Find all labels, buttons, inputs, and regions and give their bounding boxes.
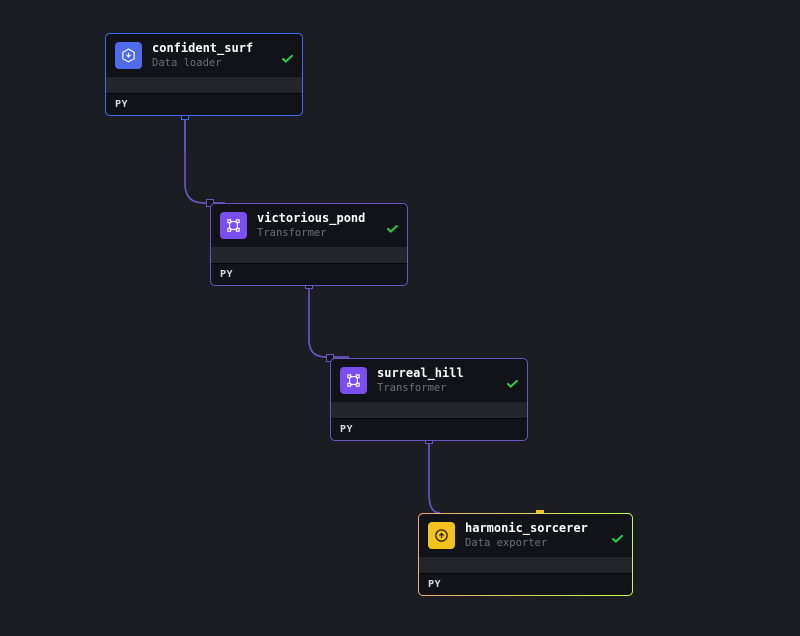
node-body — [106, 77, 302, 93]
transformer-icon — [340, 367, 367, 394]
node-title: surreal_hill — [377, 367, 518, 381]
loader-icon — [115, 42, 142, 69]
node-titles: victorious_pond Transformer — [257, 212, 398, 239]
node-footer: PY — [211, 263, 407, 285]
lang-badge: PY — [340, 424, 353, 435]
node-header: harmonic_sorcerer Data exporter — [419, 514, 632, 557]
node-header: victorious_pond Transformer — [211, 204, 407, 247]
exporter-icon — [428, 522, 455, 549]
edge-1 — [185, 116, 225, 203]
node-titles: harmonic_sorcerer Data exporter — [465, 522, 623, 549]
edge-3 — [429, 440, 440, 513]
node-subtitle: Data exporter — [465, 537, 623, 549]
node-title: harmonic_sorcerer — [465, 522, 623, 536]
node-confident-surf[interactable]: confident_surf Data loader PY — [105, 33, 303, 116]
node-footer: PY — [106, 93, 302, 115]
status-success-icon — [507, 373, 518, 392]
node-footer: PY — [419, 573, 632, 595]
node-body — [419, 557, 632, 573]
node-subtitle: Data loader — [152, 57, 293, 69]
status-success-icon — [387, 218, 398, 237]
node-subtitle: Transformer — [377, 382, 518, 394]
lang-badge: PY — [115, 99, 128, 110]
node-header: surreal_hill Transformer — [331, 359, 527, 402]
status-success-icon — [282, 48, 293, 67]
node-header: confident_surf Data loader — [106, 34, 302, 77]
node-titles: confident_surf Data loader — [152, 42, 293, 69]
node-harmonic-sorcerer[interactable]: harmonic_sorcerer Data exporter PY — [418, 513, 633, 596]
status-success-icon — [612, 528, 623, 547]
transformer-icon — [220, 212, 247, 239]
lang-badge: PY — [220, 269, 233, 280]
node-footer: PY — [331, 418, 527, 440]
node-title: confident_surf — [152, 42, 293, 56]
lang-badge: PY — [428, 579, 441, 590]
node-body — [331, 402, 527, 418]
node-body — [211, 247, 407, 263]
edge-2 — [309, 285, 349, 357]
pipeline-canvas[interactable]: confident_surf Data loader PY victorious… — [0, 0, 800, 636]
node-victorious-pond[interactable]: victorious_pond Transformer PY — [210, 203, 408, 286]
node-subtitle: Transformer — [257, 227, 398, 239]
node-titles: surreal_hill Transformer — [377, 367, 518, 394]
node-title: victorious_pond — [257, 212, 398, 226]
node-surreal-hill[interactable]: surreal_hill Transformer PY — [330, 358, 528, 441]
